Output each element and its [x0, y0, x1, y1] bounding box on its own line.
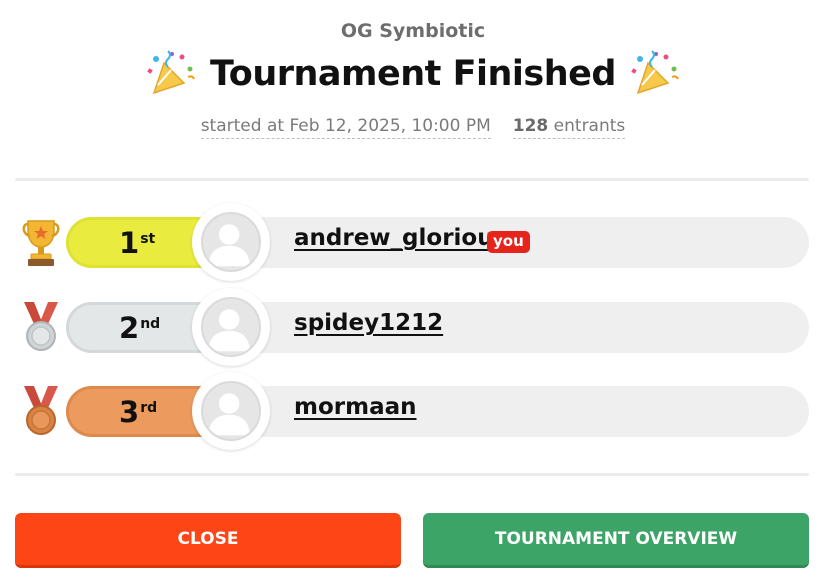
entrants-count[interactable]: 128 entrants [512, 116, 626, 139]
title-row: Tournament Finished [0, 46, 826, 102]
party-popper-icon [147, 50, 195, 95]
avatar[interactable] [192, 203, 270, 281]
tournament-overview-button[interactable]: TOURNAMENT OVERVIEW [423, 513, 809, 568]
avatar[interactable] [192, 288, 270, 366]
tournament-meta: started at Feb 12, 2025, 10:00 PM 128 en… [0, 116, 826, 139]
silver-medal-icon [24, 302, 58, 351]
you-badge: you [487, 231, 530, 253]
divider-bottom [15, 473, 809, 476]
close-button[interactable]: CLOSE [15, 513, 401, 568]
start-time[interactable]: started at Feb 12, 2025, 10:00 PM [200, 116, 491, 139]
standing-row-3: 3rd mormaan [0, 370, 826, 452]
standing-row-1: 1st andrew_gloriou [0, 201, 826, 283]
page-title: Tournament Finished [210, 54, 616, 94]
default-user-icon [201, 381, 261, 441]
trophy-icon [22, 220, 60, 266]
default-user-icon [201, 212, 261, 272]
bronze-medal-icon [24, 386, 58, 435]
place-suffix: nd [140, 315, 161, 332]
divider-top [15, 178, 809, 181]
place-number: 1 [119, 225, 140, 260]
place-suffix: rd [140, 399, 158, 416]
club-name: OG Symbiotic [340, 20, 486, 42]
entrants-label: entrants [553, 116, 626, 136]
place-suffix: st [140, 230, 156, 247]
place-number: 2 [119, 310, 140, 345]
party-popper-icon [631, 50, 679, 95]
place-number: 3 [119, 394, 140, 429]
username-link[interactable]: andrew_gloriou [294, 225, 494, 251]
entrants-number: 128 [512, 116, 549, 136]
standing-row-2: 2nd spidey1212 [0, 286, 826, 368]
default-user-icon [201, 297, 261, 357]
username-link[interactable]: spidey1212 [294, 310, 443, 336]
avatar[interactable] [192, 372, 270, 450]
username-link[interactable]: mormaan [294, 394, 417, 420]
